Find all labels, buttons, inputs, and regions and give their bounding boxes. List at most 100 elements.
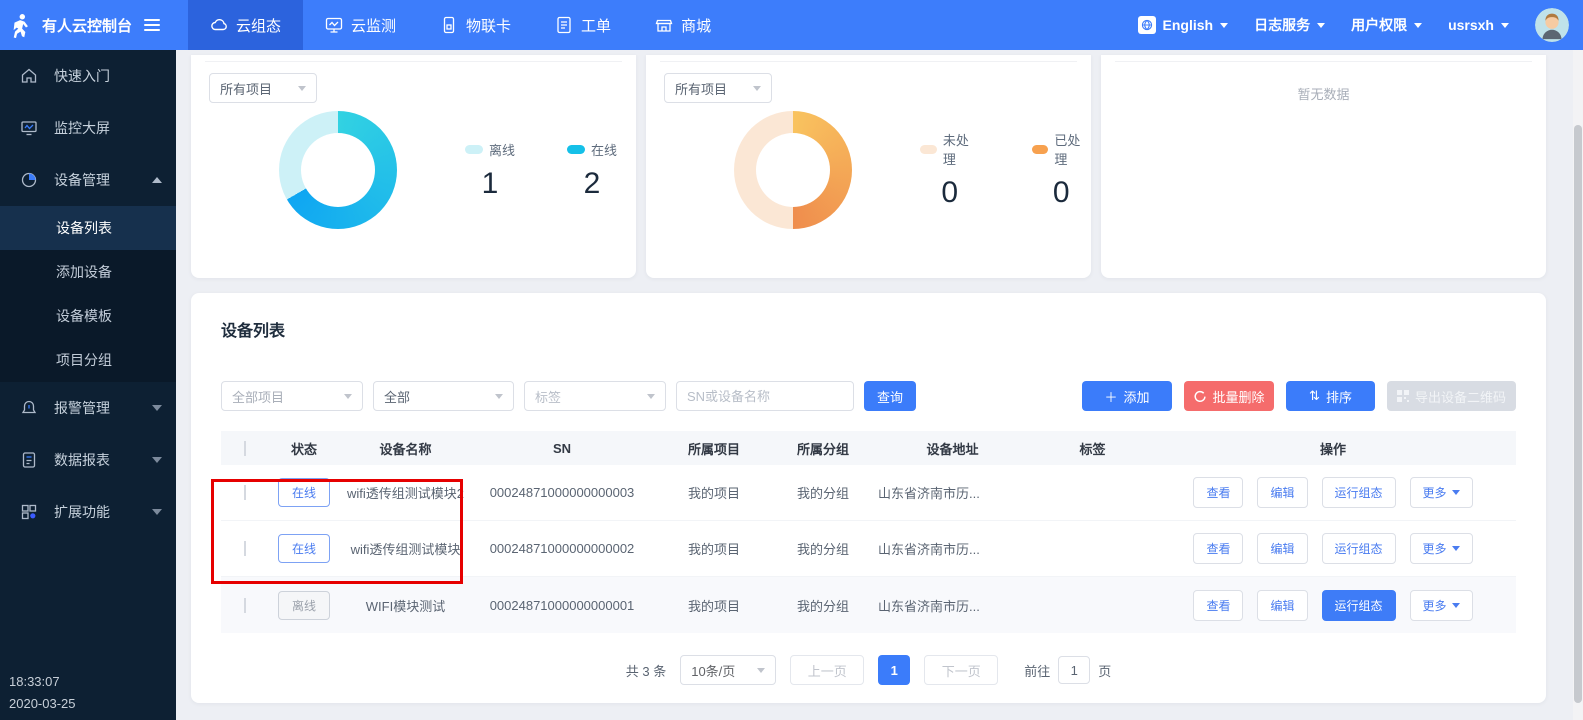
legend-item-unhandled: 未处理 0 [920,130,980,210]
sidebar-item-alarm-manage[interactable]: 报警管理 [0,382,176,434]
vertical-scrollbar[interactable] [1573,50,1583,720]
offline-count: 1 [482,167,499,201]
current-page-button[interactable]: 1 [878,655,910,685]
tab-work-order[interactable]: 工单 [533,0,633,50]
main-content: 所有项目 离线 1 [176,50,1583,720]
alarm-status-project-select[interactable]: 所有项目 [664,73,772,103]
globe-icon [1138,16,1156,34]
sidebar-item-project-group[interactable]: 项目分组 [0,338,176,382]
device-sn: 00024871000000000002 [472,541,652,556]
sidebar-item-extend-func[interactable]: 扩展功能 [0,486,176,538]
clock-date: 2020-03-25 [9,693,76,714]
tab-iot-sim[interactable]: 物联卡 [418,0,533,50]
add-device-button[interactable]: ＋ 添加 [1082,381,1172,411]
prev-page-button[interactable]: 上一页 [790,655,864,685]
row-checkbox[interactable] [244,485,246,500]
edit-button[interactable]: 编辑 [1257,477,1307,508]
row-checkbox[interactable] [244,541,246,556]
more-button[interactable]: 更多 [1410,533,1473,564]
sidebar-item-quick-start[interactable]: 快速入门 [0,50,176,102]
sim-card-icon [440,16,458,34]
chevron-down-icon [1452,546,1460,555]
edit-button[interactable]: 编辑 [1257,590,1307,621]
home-icon [20,67,38,85]
col-device-name: 设备名称 [339,439,472,458]
avatar[interactable] [1535,8,1569,42]
language-switcher[interactable]: English [1138,16,1229,34]
online-count: 2 [584,167,601,201]
sort-button[interactable]: ⇅ 排序 [1286,381,1375,411]
sort-icon: ⇅ [1309,388,1320,404]
shop-icon [655,16,673,34]
export-qr-button[interactable]: 导出设备二维码 [1387,381,1516,411]
chevron-down-icon [344,394,352,403]
next-page-button[interactable]: 下一页 [924,655,998,685]
filter-toolbar: 全部项目 全部 标签 查询 ＋ 添加 [221,381,1516,411]
device-name: wifi透传组测试模块2 [339,483,472,502]
device-name: WIFI模块测试 [339,596,472,615]
tab-cloud-scada[interactable]: 云组态 [188,0,303,50]
page-size-select[interactable]: 10条/页 [680,655,776,685]
edit-button[interactable]: 编辑 [1257,533,1307,564]
summary-cards: 所有项目 离线 1 [191,55,1546,278]
unhandled-count: 0 [941,176,958,210]
project-filter-select[interactable]: 全部项目 [221,381,363,411]
run-scada-button[interactable]: 运行组态 [1322,590,1396,621]
chevron-down-icon [753,86,761,95]
goto-page: 前往 页 [1024,656,1111,684]
user-menu[interactable]: usrsxh [1448,17,1509,33]
device-sn: 00024871000000000001 [472,598,652,613]
query-button[interactable]: 查询 [864,381,916,411]
view-button[interactable]: 查看 [1193,477,1243,508]
bulk-actions: ＋ 添加 批量删除 ⇅ 排序 [1082,381,1516,411]
alarm-icon [20,399,38,417]
view-button[interactable]: 查看 [1193,590,1243,621]
row-checkbox[interactable] [244,598,246,613]
menu-toggle-icon[interactable] [144,19,160,31]
legend-swatch [465,145,483,154]
qr-code-icon [1397,390,1409,402]
batch-delete-button[interactable]: 批量删除 [1184,381,1274,411]
sidebar-item-big-screen[interactable]: 监控大屏 [0,102,176,154]
chevron-down-icon [1452,490,1460,499]
no-data-text: 暂无数据 [1101,84,1546,103]
run-scada-button[interactable]: 运行组态 [1322,533,1396,564]
sidebar-item-add-device[interactable]: 添加设备 [0,250,176,294]
more-button[interactable]: 更多 [1410,477,1473,508]
cloud-icon [210,16,228,34]
device-project: 我的项目 [652,483,776,502]
alarm-status-donut [734,111,852,229]
goto-page-input[interactable] [1058,656,1090,684]
run-scada-button[interactable]: 运行组态 [1322,477,1396,508]
app-root: 有人云控制台 云组态 云监 [0,0,1583,720]
sidebar-item-device-list[interactable]: 设备列表 [0,206,176,250]
tab-mall[interactable]: 商城 [633,0,733,50]
status-badge: 在线 [278,478,330,507]
tab-cloud-monitor[interactable]: 云监测 [303,0,418,50]
log-service-menu[interactable]: 日志服务 [1254,15,1325,35]
device-manage-icon [20,171,38,189]
chevron-down-icon [1452,603,1460,612]
sidebar-item-device-manage[interactable]: 设备管理 [0,154,176,206]
chevron-down-icon [647,394,655,403]
chevron-down-icon [757,668,765,677]
device-status-project-select[interactable]: 所有项目 [209,73,317,103]
chevron-down-icon [298,86,306,95]
sidebar-item-data-report[interactable]: 数据报表 [0,434,176,486]
sidebar-item-device-template[interactable]: 设备模板 [0,294,176,338]
more-button[interactable]: 更多 [1410,590,1473,621]
select-all-checkbox[interactable] [244,441,246,456]
search-input[interactable] [676,381,854,411]
chevron-down-icon [152,509,162,520]
scrollbar-thumb[interactable] [1574,125,1582,703]
tag-filter-select[interactable]: 标签 [524,381,666,411]
device-project: 我的项目 [652,539,776,558]
status-badge: 离线 [278,591,330,620]
col-group: 所属分组 [776,439,870,458]
view-button[interactable]: 查看 [1193,533,1243,564]
col-address: 设备地址 [870,439,1035,458]
chevron-down-icon [1414,23,1422,32]
alarm-status-legend: 未处理 0 已处理 0 [920,130,1091,210]
status-filter-select[interactable]: 全部 [373,381,514,411]
user-rights-menu[interactable]: 用户权限 [1351,15,1422,35]
